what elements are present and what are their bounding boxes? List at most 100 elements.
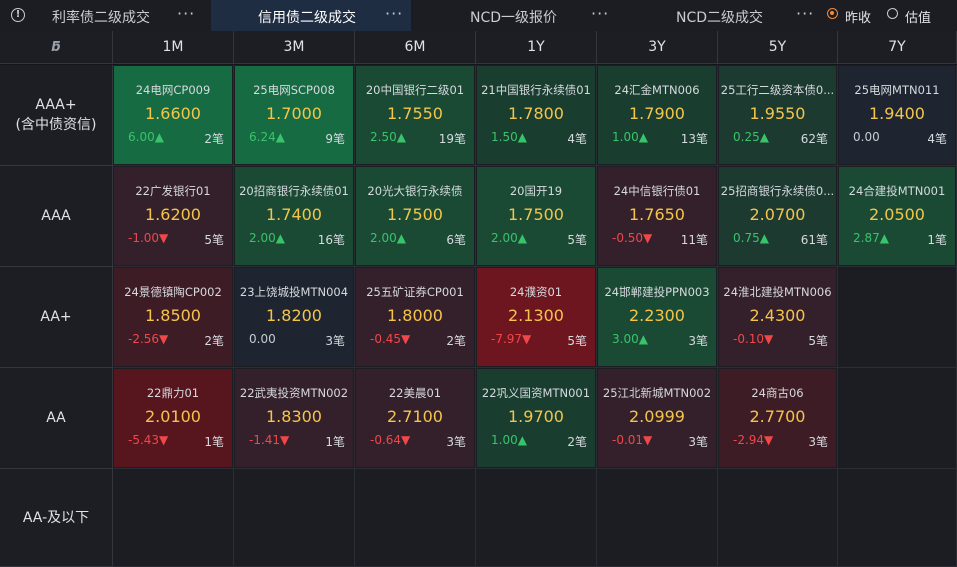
radio-close-label[interactable]: 昨收 (845, 7, 871, 26)
column-header-3m[interactable]: 3M (234, 31, 355, 64)
matrix-cell[interactable]: 25江北新城MTN002 2.0999 -0.01▼ 3笔 (597, 368, 718, 469)
radio-valuation[interactable] (887, 8, 898, 19)
matrix-cell[interactable]: 22巩义国资MTN001 1.9700 1.00▲ 2笔 (476, 368, 597, 469)
bond-card[interactable]: 22武夷投资MTN002 1.8300 -1.41▼ 1笔 (235, 369, 353, 467)
bond-card[interactable]: 24景德镇陶CP002 1.8500 -2.56▼ 2笔 (114, 268, 232, 366)
bond-yield: 2.1300 (508, 306, 564, 325)
column-header-5y[interactable]: 5Y (718, 31, 838, 64)
matrix-cell[interactable]: 25招商银行永续债0... 2.0700 0.75▲ 61笔 (718, 166, 838, 267)
matrix-cell[interactable]: 20光大银行永续债 1.7500 2.00▲ 6笔 (355, 166, 476, 267)
matrix-cell[interactable]: 24汇金MTN006 1.7900 1.00▲ 13笔 (597, 65, 718, 166)
matrix-cell[interactable]: 21中国银行永续债01 1.7800 1.50▲ 4笔 (476, 65, 597, 166)
matrix-cell[interactable]: 24濮资01 2.1300 -7.97▼ 5笔 (476, 267, 597, 368)
bond-card[interactable]: 23上饶城投MTN004 1.8200 0.00 3笔 (235, 268, 353, 366)
more-icon[interactable]: ··· (796, 4, 814, 23)
trade-count: 5笔 (204, 233, 224, 247)
matrix-cell[interactable]: 24电网CP009 1.6600 6.00▲ 2笔 (113, 65, 234, 166)
bond-yield: 1.7500 (387, 205, 443, 224)
matrix-cell[interactable]: 24合建投MTN001 2.0500 2.87▲ 1笔 (838, 166, 957, 267)
matrix-cell[interactable]: 20招商银行永续债01 1.7400 2.00▲ 16笔 (234, 166, 355, 267)
bp-change: 1.00▲ (612, 130, 648, 144)
bond-card[interactable]: 20招商银行永续债01 1.7400 2.00▲ 16笔 (235, 167, 353, 265)
matrix-cell[interactable]: 25工行二级资本债0... 1.9550 0.25▲ 62笔 (718, 65, 838, 166)
matrix-cell (597, 469, 718, 567)
tab-label: NCD二级成交 (676, 10, 764, 26)
bond-name: 21中国银行永续债01 (481, 83, 591, 97)
bond-card[interactable]: 24濮资01 2.1300 -7.97▼ 5笔 (477, 268, 595, 366)
matrix-cell[interactable]: 24景德镇陶CP002 1.8500 -2.56▼ 2笔 (113, 267, 234, 368)
bond-card[interactable]: 22广发银行01 1.6200 -1.00▼ 5笔 (114, 167, 232, 265)
matrix-cell[interactable]: 25五矿证券CP001 1.8000 -0.45▼ 2笔 (355, 267, 476, 368)
bp-change: 1.00▲ (491, 433, 527, 447)
bp-change: -1.41▼ (249, 433, 290, 447)
matrix-cell (838, 267, 957, 368)
bond-name: 20光大银行永续债 (367, 184, 463, 198)
bond-card[interactable]: 24汇金MTN006 1.7900 1.00▲ 13笔 (598, 66, 716, 164)
bond-card[interactable]: 25江北新城MTN002 2.0999 -0.01▼ 3笔 (598, 369, 716, 467)
column-header-3y[interactable]: 3Y (597, 31, 718, 64)
bp-change: 2.00▲ (370, 231, 406, 245)
bond-card[interactable]: 25五矿证券CP001 1.8000 -0.45▼ 2笔 (356, 268, 474, 366)
more-icon[interactable]: ··· (385, 4, 403, 23)
matrix-cell[interactable]: 24邯郸建投PPN003 2.2300 3.00▲ 3笔 (597, 267, 718, 368)
more-icon[interactable]: ··· (591, 4, 609, 23)
bond-card[interactable]: 20中国银行二级01 1.7550 2.50▲ 19笔 (356, 66, 474, 164)
bond-card[interactable]: 22鼎力01 2.0100 -5.43▼ 1笔 (114, 369, 232, 467)
matrix-cell[interactable]: 23上饶城投MTN004 1.8200 0.00 3笔 (234, 267, 355, 368)
matrix-cell[interactable]: 25电网SCP008 1.7000 6.24▲ 9笔 (234, 65, 355, 166)
matrix-cell (838, 469, 957, 567)
trade-count: 1笔 (204, 435, 224, 449)
matrix-cell (718, 469, 838, 567)
column-header-6m[interactable]: 6M (355, 31, 476, 64)
matrix-cell[interactable]: 24商古06 2.7700 -2.94▼ 3笔 (718, 368, 838, 469)
bond-card[interactable]: 20国开19 1.7500 2.00▲ 5笔 (477, 167, 595, 265)
matrix-cell[interactable]: 20中国银行二级01 1.7550 2.50▲ 19笔 (355, 65, 476, 166)
bond-yield: 2.7700 (749, 407, 806, 426)
bond-card[interactable]: 25电网MTN011 1.9400 0.00 4笔 (839, 66, 955, 164)
bond-card[interactable]: 22巩义国资MTN001 1.9700 1.00▲ 2笔 (477, 369, 595, 467)
bp-change: 0.00 (249, 332, 276, 346)
bond-name: 25五矿证券CP001 (366, 285, 464, 299)
matrix-cell[interactable]: 22美晨01 2.7100 -0.64▼ 3笔 (355, 368, 476, 469)
matrix-cell[interactable]: 22武夷投资MTN002 1.8300 -1.41▼ 1笔 (234, 368, 355, 469)
radio-valuation-label[interactable]: 估值 (905, 7, 931, 26)
bond-yield: 1.9400 (869, 104, 925, 123)
matrix-cell (355, 469, 476, 567)
bond-yield: 2.0100 (145, 407, 201, 426)
matrix-cell[interactable]: 24中信银行债01 1.7650 -0.50▼ 11笔 (597, 166, 718, 267)
bond-name: 24濮资01 (509, 285, 563, 299)
bp-change: -0.50▼ (612, 231, 653, 245)
bond-card[interactable]: 25招商银行永续债0... 2.0700 0.75▲ 61笔 (719, 167, 836, 265)
bp-change: -1.00▼ (128, 231, 169, 245)
bond-card[interactable]: 24中信银行债01 1.7650 -0.50▼ 11笔 (598, 167, 716, 265)
bond-card[interactable]: 24合建投MTN001 2.0500 2.87▲ 1笔 (839, 167, 955, 265)
bond-card[interactable]: 21中国银行永续债01 1.7800 1.50▲ 4笔 (477, 66, 595, 164)
bond-card[interactable]: 22美晨01 2.7100 -0.64▼ 3笔 (356, 369, 474, 467)
matrix-cell[interactable]: 20国开19 1.7500 2.00▲ 5笔 (476, 166, 597, 267)
tab-ncd-primary-quote[interactable]: NCD一级报价 ··· (411, 0, 621, 31)
row-header: AA+ (0, 267, 113, 368)
radio-close[interactable] (827, 8, 838, 19)
tab-rate-bond-secondary[interactable]: 利率债二级成交 ··· (0, 0, 205, 31)
tab-ncd-secondary[interactable]: NCD二级成交 ··· (621, 0, 821, 31)
trade-count: 9笔 (325, 132, 345, 146)
matrix-cell[interactable]: 24淮北建投MTN006 2.4300 -0.10▼ 5笔 (718, 267, 838, 368)
bond-card[interactable]: 24邯郸建投PPN003 2.2300 3.00▲ 3笔 (598, 268, 716, 366)
bond-card[interactable]: 24商古06 2.7700 -2.94▼ 3笔 (719, 369, 836, 467)
bond-card[interactable]: 25电网SCP008 1.7000 6.24▲ 9笔 (235, 66, 353, 164)
bond-card[interactable]: 20光大银行永续债 1.7500 2.00▲ 6笔 (356, 167, 474, 265)
tab-credit-bond-secondary[interactable]: 信用债二级成交 ··· (211, 0, 411, 31)
column-header-1m[interactable]: 1M (113, 31, 234, 64)
matrix-cell[interactable]: 22鼎力01 2.0100 -5.43▼ 1笔 (113, 368, 234, 469)
bond-card[interactable]: 24淮北建投MTN006 2.4300 -0.10▼ 5笔 (719, 268, 836, 366)
matrix-cell[interactable]: 25电网MTN011 1.9400 0.00 4笔 (838, 65, 957, 166)
column-header-7y[interactable]: 7Y (838, 31, 957, 64)
trade-count: 11笔 (680, 233, 708, 247)
bond-card[interactable]: 25工行二级资本债0... 1.9550 0.25▲ 62笔 (719, 66, 836, 164)
matrix-cell[interactable]: 22广发银行01 1.6200 -1.00▼ 5笔 (113, 166, 234, 267)
more-icon[interactable]: ··· (177, 4, 195, 23)
bond-yield: 1.8300 (266, 407, 322, 426)
trade-count: 62笔 (800, 132, 828, 146)
column-header-1y[interactable]: 1Y (476, 31, 597, 64)
bond-card[interactable]: 24电网CP009 1.6600 6.00▲ 2笔 (114, 66, 232, 164)
